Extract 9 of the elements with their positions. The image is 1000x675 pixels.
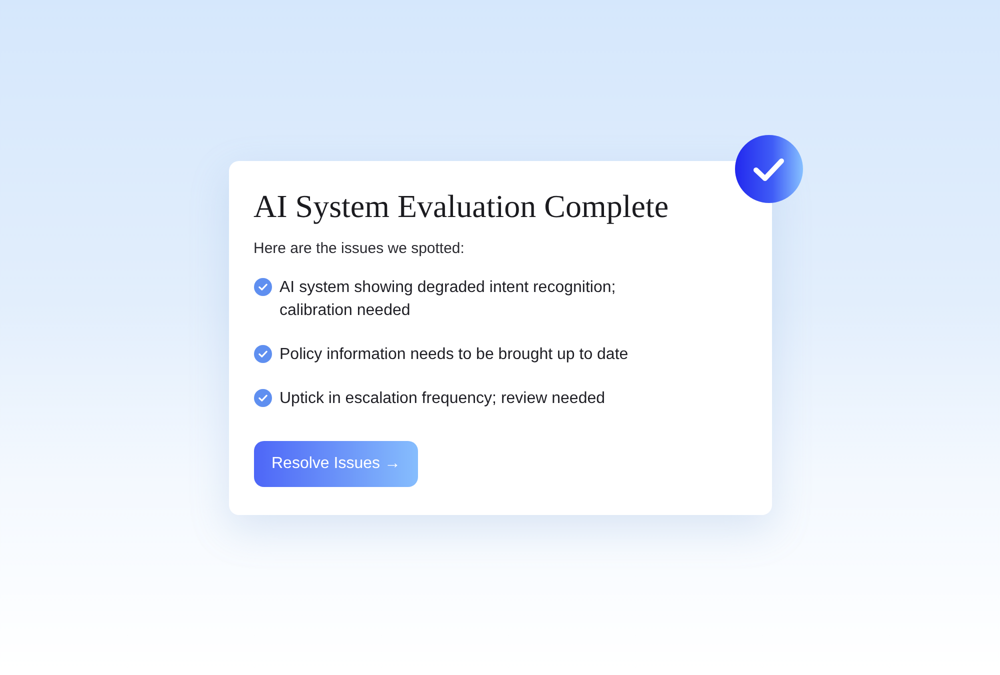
check-circle-icon <box>254 344 272 362</box>
issue-text: Policy information needs to be brought up to date <box>280 344 628 364</box>
issue-text: AI system showing degraded intent recognition; calibration needed <box>280 278 617 320</box>
issue-text: Uptick in escalation frequency; review needed <box>280 388 606 408</box>
card-subtitle: Here are the issues we spotted: <box>254 238 466 258</box>
resolve-issues-button[interactable]: Resolve Issues → <box>254 440 418 486</box>
card-title: AI System Evaluation Complete <box>254 186 669 224</box>
check-circle-icon <box>254 388 272 406</box>
check-circle-icon <box>254 278 272 296</box>
